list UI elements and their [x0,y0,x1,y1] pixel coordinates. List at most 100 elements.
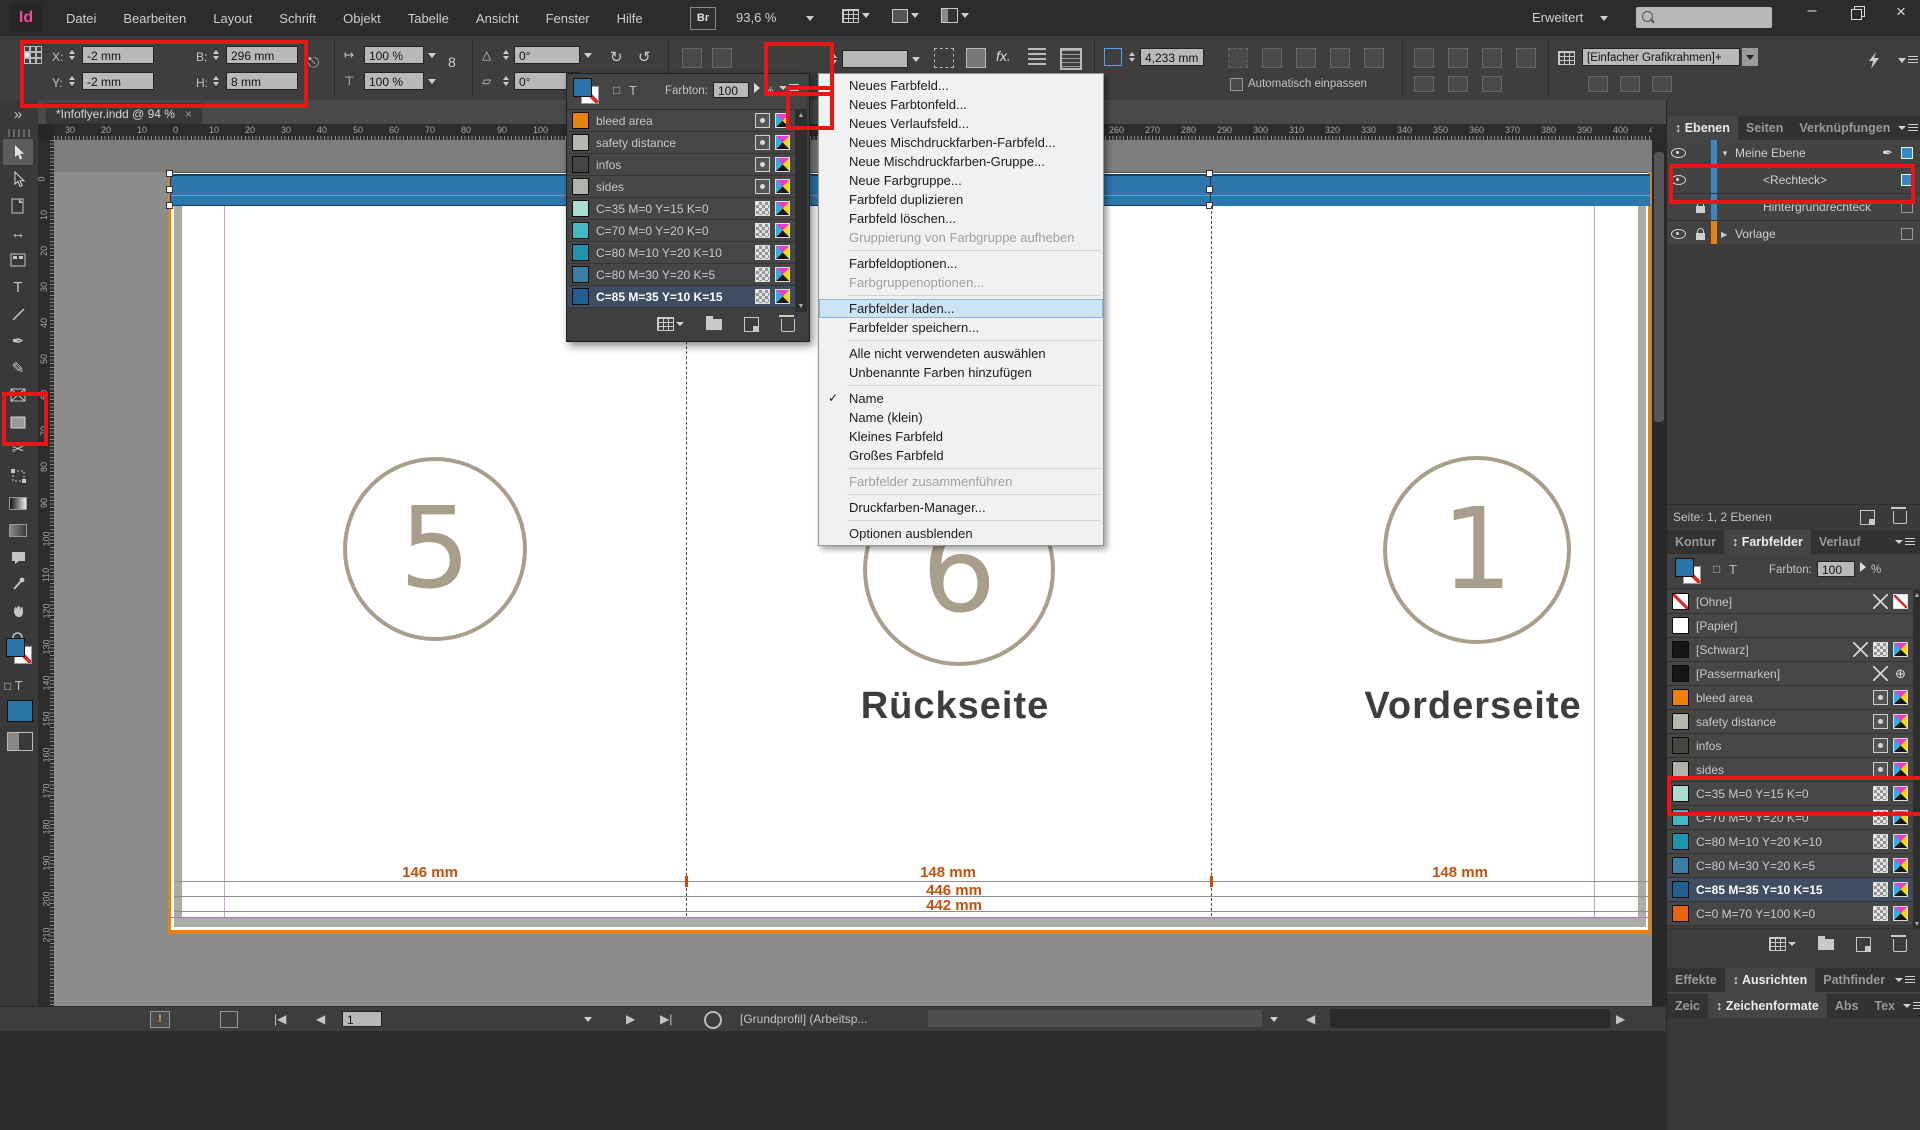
swatches-scrollbar[interactable]: ▲▼ [1913,590,1920,930]
panel-menu-button[interactable] [779,84,799,92]
previous-page-button[interactable]: ◀ [316,1007,325,1031]
y-field[interactable]: -2 mm [82,72,154,90]
type-tool[interactable]: T [3,274,33,300]
swatch-views-button[interactable] [1769,937,1796,951]
panel-menu-button[interactable] [1895,976,1915,984]
layer-row[interactable]: ▼Meine Ebene✒ [1667,140,1920,167]
select-content-icon[interactable] [712,48,732,68]
workspace-switcher[interactable]: Erweitert [1532,10,1583,25]
align-right-icon[interactable] [1482,48,1502,68]
tab-seiten[interactable]: Seiten [1738,116,1792,140]
menu-item[interactable]: Farbfelder speichern... [819,318,1103,337]
text-wrap-around-icon[interactable] [1060,48,1082,70]
layer-selection-square[interactable] [1901,174,1913,186]
line-tool[interactable] [3,301,33,327]
menu-ansicht[interactable]: Ansicht [476,11,519,26]
menu-objekt[interactable]: Objekt [343,11,381,26]
zoom-level-dropdown-arrow[interactable] [806,16,814,21]
constrain-scale-icon[interactable]: 8 [448,54,460,80]
expand-panel[interactable]: » [3,101,33,127]
pencil-tool[interactable]: ✎ [3,355,33,381]
formatting-affects-text-icon[interactable]: T [629,83,637,98]
align-left-icon[interactable] [1414,48,1434,68]
fill-stroke-indicator-floating[interactable] [573,78,599,104]
menu-item[interactable]: Farbfeldoptionen... [819,254,1103,273]
stroke-weight-dropdown-arrow[interactable] [912,57,920,62]
document-tab-close-icon[interactable]: × [185,107,192,121]
tint-field[interactable]: 100 [713,82,749,98]
vertical-ruler[interactable]: 0102030405060708090100110120130140150160… [38,140,55,1006]
free-transform-tool[interactable] [3,463,33,489]
menu-item[interactable]: Name (klein) [819,408,1103,427]
visibility-cell[interactable] [1667,229,1689,239]
scale-y-dropdown-arrow[interactable] [428,79,436,84]
quick-apply-lightning-icon[interactable] [1868,52,1880,72]
rotation-stepper[interactable] [500,46,511,64]
export-icon[interactable] [220,1011,238,1028]
select-container-icon[interactable] [682,48,702,68]
menu-item[interactable]: Neue Mischdruckfarben-Gruppe... [819,152,1103,171]
selection-handle[interactable] [166,202,173,209]
search-input[interactable] [1636,7,1772,28]
snippet-icon-3[interactable] [1652,76,1672,92]
last-page-button[interactable]: ▶| [660,1007,672,1031]
corner-options-icon[interactable] [1104,48,1122,66]
gradient-feather-tool[interactable] [3,517,33,543]
menu-item[interactable]: Neue Farbgruppe... [819,171,1103,190]
delete-swatch-icon[interactable] [781,319,795,332]
swatch-row[interactable]: safety distance [1667,710,1913,734]
workspace-dropdown-arrow[interactable] [1600,16,1608,21]
new-layer-icon[interactable] [1860,510,1875,525]
distribute-space-icon[interactable] [1482,76,1502,92]
tint-slider-arrow[interactable] [754,83,760,93]
y-stepper[interactable] [66,72,77,90]
swatch-row[interactable]: infos [567,154,795,176]
autofit-checkbox[interactable] [1230,78,1243,91]
arrange-documents-button[interactable] [941,8,969,23]
gap-tool[interactable]: ↔ [3,220,33,246]
swatch-row[interactable]: C=0 M=70 Y=100 K=0 [1667,902,1913,926]
formatting-affects-container-icon[interactable]: □ [1713,562,1720,576]
control-panel-menu-button[interactable] [1898,56,1918,64]
selection-handle[interactable] [1206,170,1213,177]
swatch-row[interactable]: [Schwarz] [1667,638,1913,662]
new-swatch-icon[interactable] [744,317,759,332]
swatch-row[interactable]: infos [1667,734,1913,758]
page-tool[interactable] [3,193,33,219]
swatch-row[interactable]: [Passermarken]⊕ [1667,662,1913,686]
formatting-affects-container-icon[interactable]: □ [613,83,620,97]
swatch-row[interactable]: C=35 M=0 Y=15 K=0 [1667,782,1913,806]
document-tab[interactable]: *Infoflyer.indd @ 94 % × [46,103,202,124]
rotation-dropdown-arrow[interactable] [584,53,592,58]
tab-kontur[interactable]: Kontur [1667,530,1724,554]
fill-stroke-indicator-swatches[interactable] [1675,558,1701,584]
text-wrap-off-icon[interactable] [1028,48,1046,66]
menu-item[interactable]: Farbfelder laden... [819,299,1103,318]
floating-panel-scrollbar[interactable]: ▲▼ [795,110,807,312]
distribute-icon[interactable] [1516,48,1536,68]
swatch-row[interactable]: C=35 M=0 Y=15 K=0 [567,198,795,220]
swatch-row[interactable]: C=80 M=30 Y=20 K=5 [567,264,795,286]
width-field[interactable]: 296 mm [226,46,298,64]
menu-layout[interactable]: Layout [213,11,252,26]
frame-tool[interactable] [3,382,33,408]
object-style-dropdown-arrow[interactable] [1742,48,1758,66]
rotate-ccw-button[interactable]: ↺ [638,48,651,66]
fit-content-to-frame-icon[interactable] [1228,48,1248,68]
snippet-icon-1[interactable] [1588,76,1608,92]
fit-frame-to-content-icon[interactable] [1262,48,1282,68]
layer-row[interactable]: Hintergrundrechteck [1667,194,1920,221]
preflight-profile-text[interactable]: [Grundprofil] (Arbeitsp... [740,1007,867,1031]
tab-zeic[interactable]: Zeic [1667,994,1708,1018]
menu-item[interactable]: Neues Farbfeld... [819,76,1103,95]
scale-y-field[interactable]: 100 % [364,72,424,90]
new-swatch-icon[interactable] [1856,937,1871,952]
layer-selection-square[interactable] [1901,201,1913,213]
stroke-weight-field[interactable] [842,50,908,68]
tint-slider-arrow[interactable] [1860,562,1866,572]
shear-stepper[interactable] [500,72,511,90]
fill-proxy[interactable] [6,638,25,657]
preflight-alert-icon[interactable]: ! [150,1011,170,1028]
frame-edges-icon[interactable] [934,48,954,68]
selection-handle[interactable] [166,170,173,177]
